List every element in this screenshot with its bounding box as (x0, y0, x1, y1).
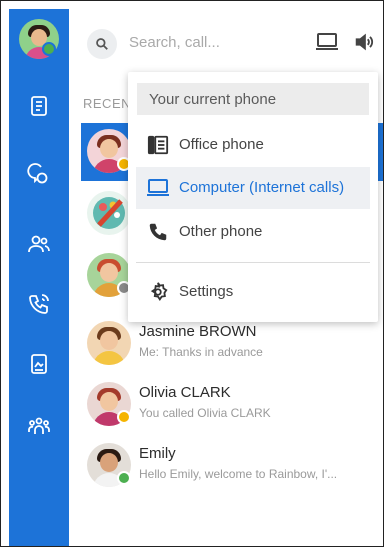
search-input[interactable]: Search, call... (129, 34, 220, 51)
recent-section-label: RECEN (83, 96, 132, 111)
files-icon[interactable] (26, 351, 52, 377)
menu-item-computer[interactable]: Computer (Internet calls) (136, 167, 370, 209)
menu-item-other-phone[interactable]: Other phone (136, 211, 370, 253)
bubbles-icon[interactable] (26, 162, 52, 188)
gear-icon (146, 281, 170, 303)
phone-handset-icon (146, 221, 170, 243)
search-icon (96, 38, 108, 50)
calls-icon[interactable] (26, 291, 52, 317)
presence-indicator (117, 410, 131, 424)
teams-icon[interactable] (26, 413, 52, 439)
laptop-icon[interactable] (314, 29, 340, 55)
menu-item-label: Settings (179, 283, 234, 300)
menu-item-label: Computer (Internet calls) (179, 179, 345, 196)
contact-name: Jasmine BROWN (139, 323, 257, 340)
last-message: You called Olivia CLARK (139, 406, 271, 420)
phone-selection-menu: Your current phone Office phone Computer… (128, 72, 378, 322)
last-message: Me: Thanks in advance (139, 345, 263, 359)
avatar (87, 191, 131, 235)
contact-name: Olivia CLARK (139, 384, 231, 401)
search-button[interactable] (87, 29, 117, 59)
app-window: Search, call... RECEN Jasmine BROWN Me: … (0, 0, 384, 547)
menu-header: Your current phone (137, 83, 369, 115)
left-navigation-rail (9, 9, 69, 546)
menu-item-label: Office phone (179, 136, 264, 153)
menu-divider (136, 262, 370, 263)
menu-item-label: Other phone (179, 223, 263, 240)
contacts-icon[interactable] (26, 231, 52, 257)
menu-item-settings[interactable]: Settings (136, 271, 370, 313)
menu-header-label: Your current phone (149, 91, 277, 108)
presence-indicator (117, 471, 131, 485)
last-message: Hello Emily, welcome to Rainbow, I'... (139, 467, 338, 481)
menu-item-office-phone[interactable]: Office phone (136, 124, 370, 166)
my-presence-indicator (42, 42, 56, 56)
avatar (87, 321, 131, 365)
conversation-row[interactable]: Jasmine BROWN Me: Thanks in advance (81, 315, 381, 373)
conversation-row[interactable]: Emily Hello Emily, welcome to Rainbow, I… (81, 437, 381, 495)
laptop-icon (146, 177, 170, 199)
contact-name: Emily (139, 445, 176, 462)
speaker-icon[interactable] (351, 29, 377, 55)
conversations-icon[interactable] (26, 93, 52, 119)
conversation-row[interactable]: Olivia CLARK You called Olivia CLARK (81, 376, 381, 434)
desk-phone-icon (146, 134, 170, 156)
